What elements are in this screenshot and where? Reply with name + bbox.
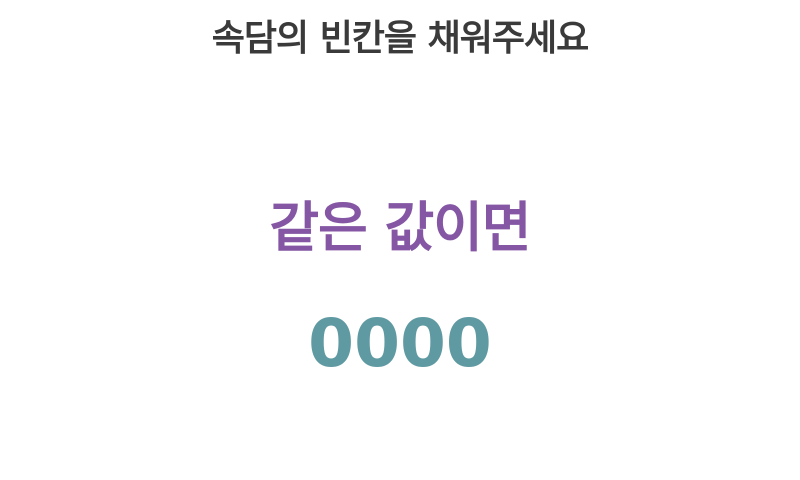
instruction-title: 속담의 빈칸을 채워주세요 (211, 18, 589, 59)
proverb-first-part: 같은 값이면 (269, 196, 531, 259)
quiz-screen: 속담의 빈칸을 채워주세요 같은 값이면 0000 (0, 0, 800, 480)
proverb-blank: 0000 (308, 305, 492, 382)
